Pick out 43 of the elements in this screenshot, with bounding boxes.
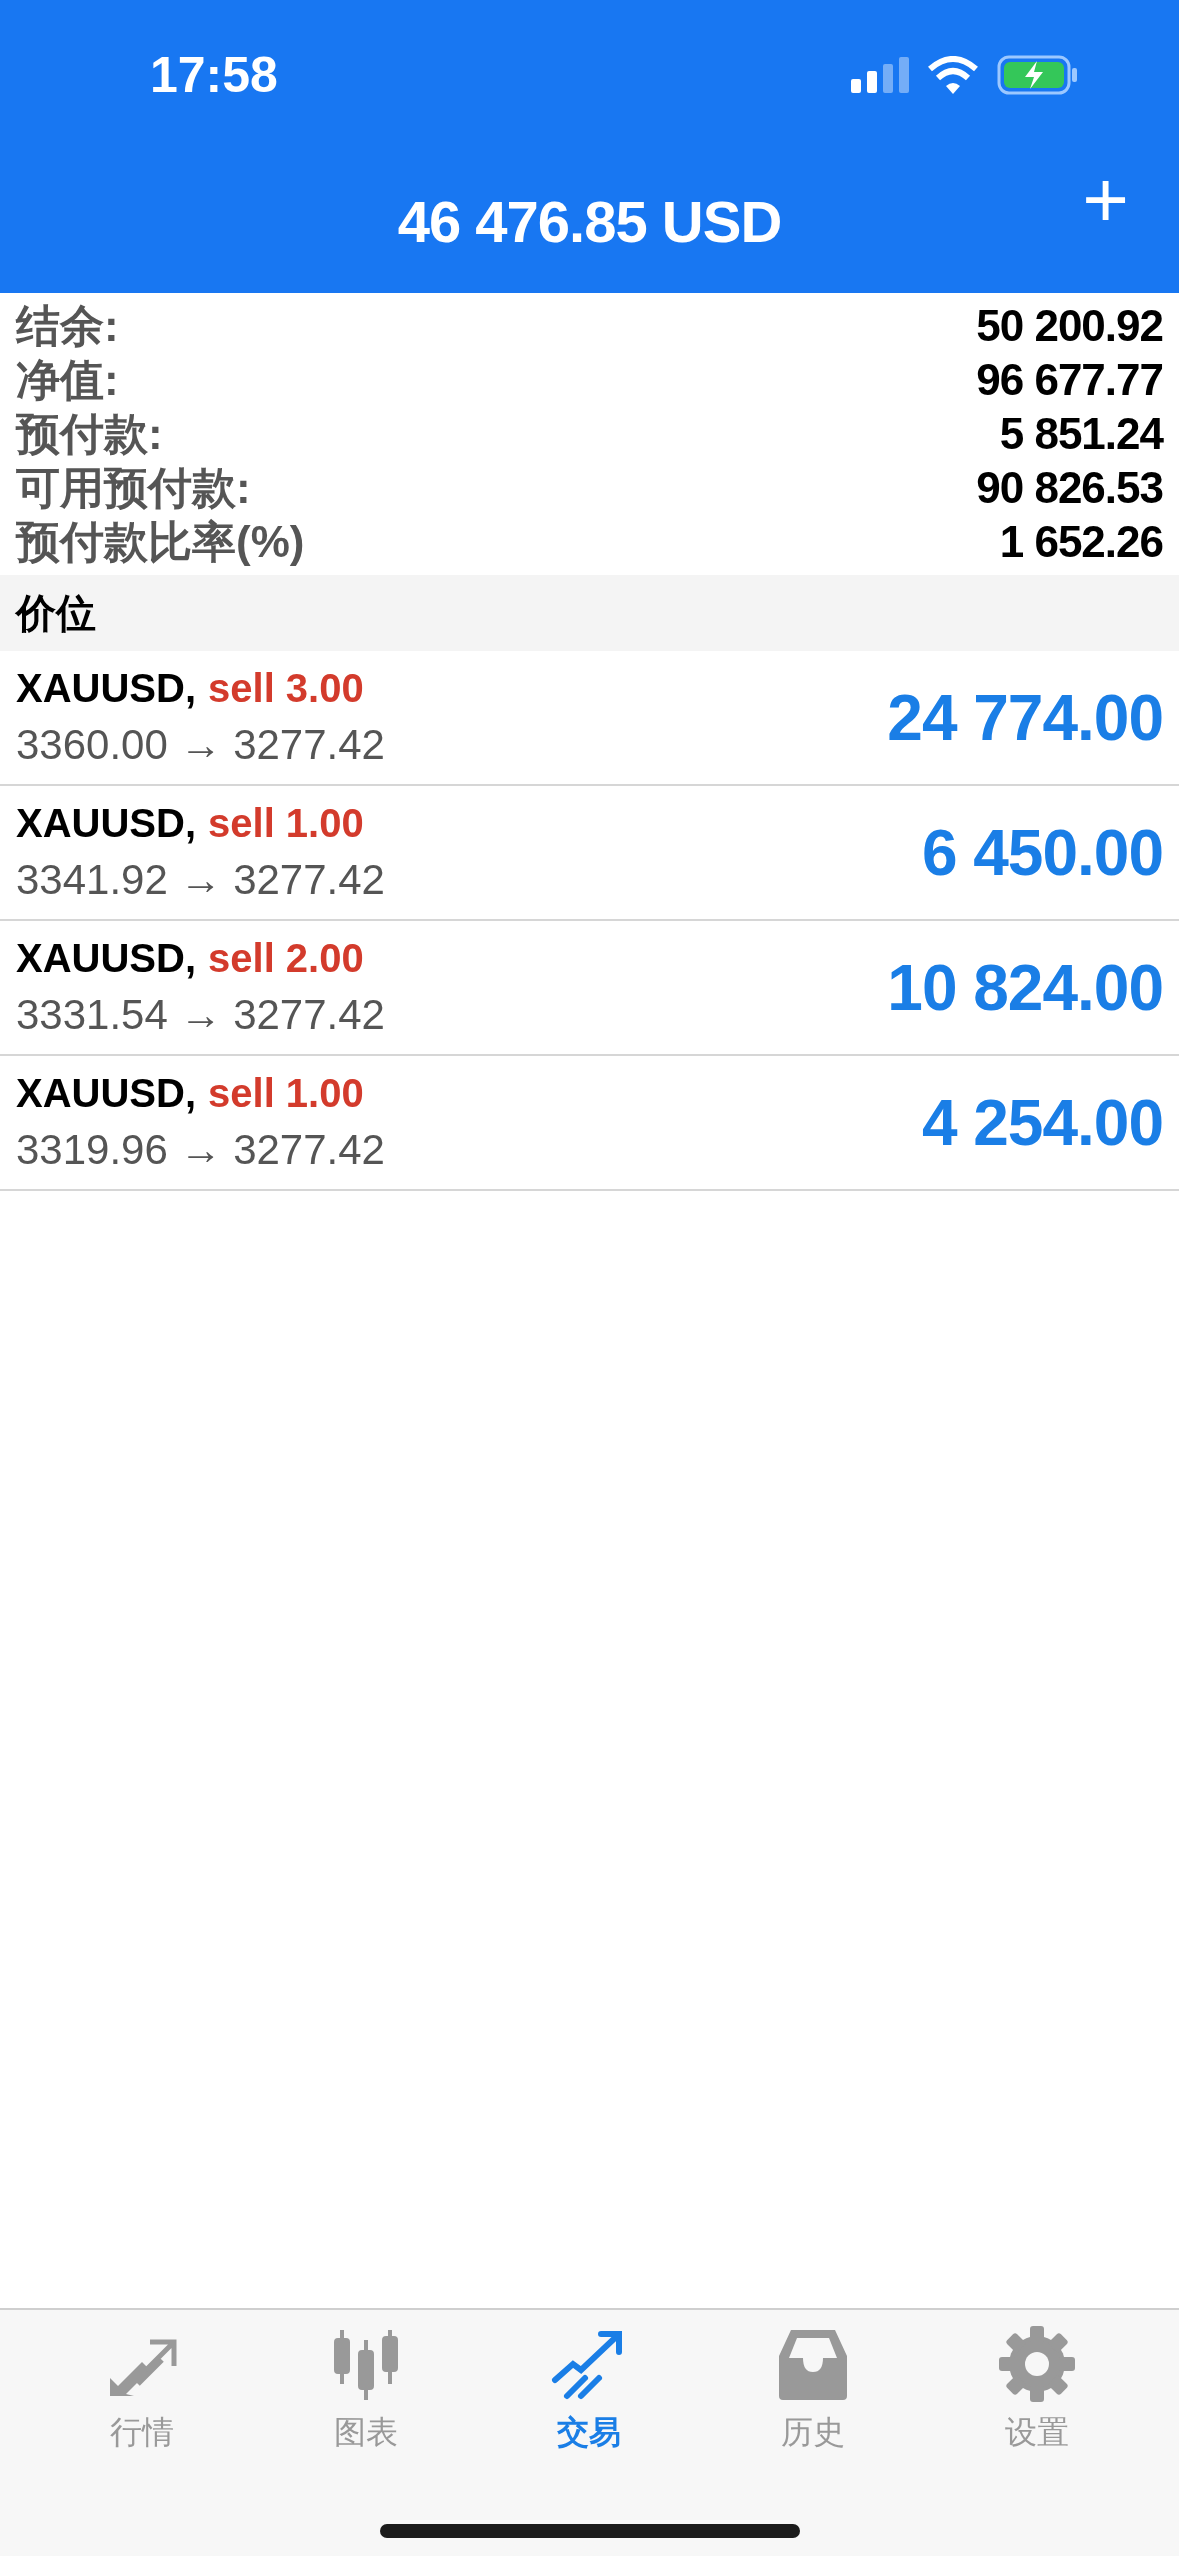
status-time: 17:58 xyxy=(150,45,278,105)
tab[interactable]: 交易 xyxy=(499,2324,680,2456)
position-row[interactable]: XAUUSD, sell 3.00 3360.00 → 3277.42 24 774.00 xyxy=(0,651,1179,786)
position-row[interactable]: XAUUSD, sell 1.00 3319.96 → 3277.42 4 254.00 xyxy=(0,1056,1179,1191)
section-header: 价位 xyxy=(0,575,1179,651)
position-row[interactable]: XAUUSD, sell 2.00 3331.54 → 3277.42 10 824.00 xyxy=(0,921,1179,1056)
summary-label: 可用预付款: xyxy=(16,462,251,514)
tab[interactable]: 设置 xyxy=(947,2324,1128,2456)
position-prices: 3331.54 → 3277.42 xyxy=(16,990,385,1041)
position-row[interactable]: XAUUSD, sell 1.00 3341.92 → 3277.42 6 450.00 xyxy=(0,786,1179,921)
position-profit: 4 254.00 xyxy=(921,1085,1163,1161)
position-order: sell 1.00 xyxy=(208,1070,364,1118)
summary-value: 96 677.77 xyxy=(976,354,1163,406)
summary-label: 结余: xyxy=(16,300,119,352)
summary-value: 50 200.92 xyxy=(976,300,1163,352)
account-title: 46 476.85 USD xyxy=(397,188,782,256)
battery-charging-icon xyxy=(997,55,1079,95)
summary-label: 预付款: xyxy=(16,408,163,460)
tab[interactable]: 行情 xyxy=(51,2324,232,2456)
position-prices: 3319.96 → 3277.42 xyxy=(16,1125,385,1176)
position-profit: 10 824.00 xyxy=(887,950,1163,1026)
position-order: sell 2.00 xyxy=(208,935,364,983)
position-profit: 6 450.00 xyxy=(921,815,1163,891)
tab[interactable]: 图表 xyxy=(275,2324,456,2456)
wifi-icon xyxy=(927,56,979,94)
signal-icon xyxy=(851,57,909,93)
summary-value: 5 851.24 xyxy=(999,408,1163,460)
position-prices: 3360.00 → 3277.42 xyxy=(16,720,385,771)
settings-icon xyxy=(997,2324,1078,2404)
tab[interactable]: 历史 xyxy=(723,2324,904,2456)
position-order: sell 1.00 xyxy=(208,800,364,848)
position-symbol: XAUUSD, xyxy=(16,1070,197,1118)
summary-label: 净值: xyxy=(16,354,119,406)
summary-value: 90 826.53 xyxy=(976,462,1163,514)
position-profit: 24 774.00 xyxy=(887,680,1163,756)
summary-label: 预付款比率(%) xyxy=(16,516,305,568)
position-prices: 3341.92 → 3277.42 xyxy=(16,855,385,906)
position-order: sell 3.00 xyxy=(208,665,364,713)
position-symbol: XAUUSD, xyxy=(16,665,197,713)
position-symbol: XAUUSD, xyxy=(16,800,197,848)
add-button[interactable]: + xyxy=(1082,160,1129,240)
summary-value: 1 652.26 xyxy=(999,516,1163,568)
position-symbol: XAUUSD, xyxy=(16,935,197,983)
